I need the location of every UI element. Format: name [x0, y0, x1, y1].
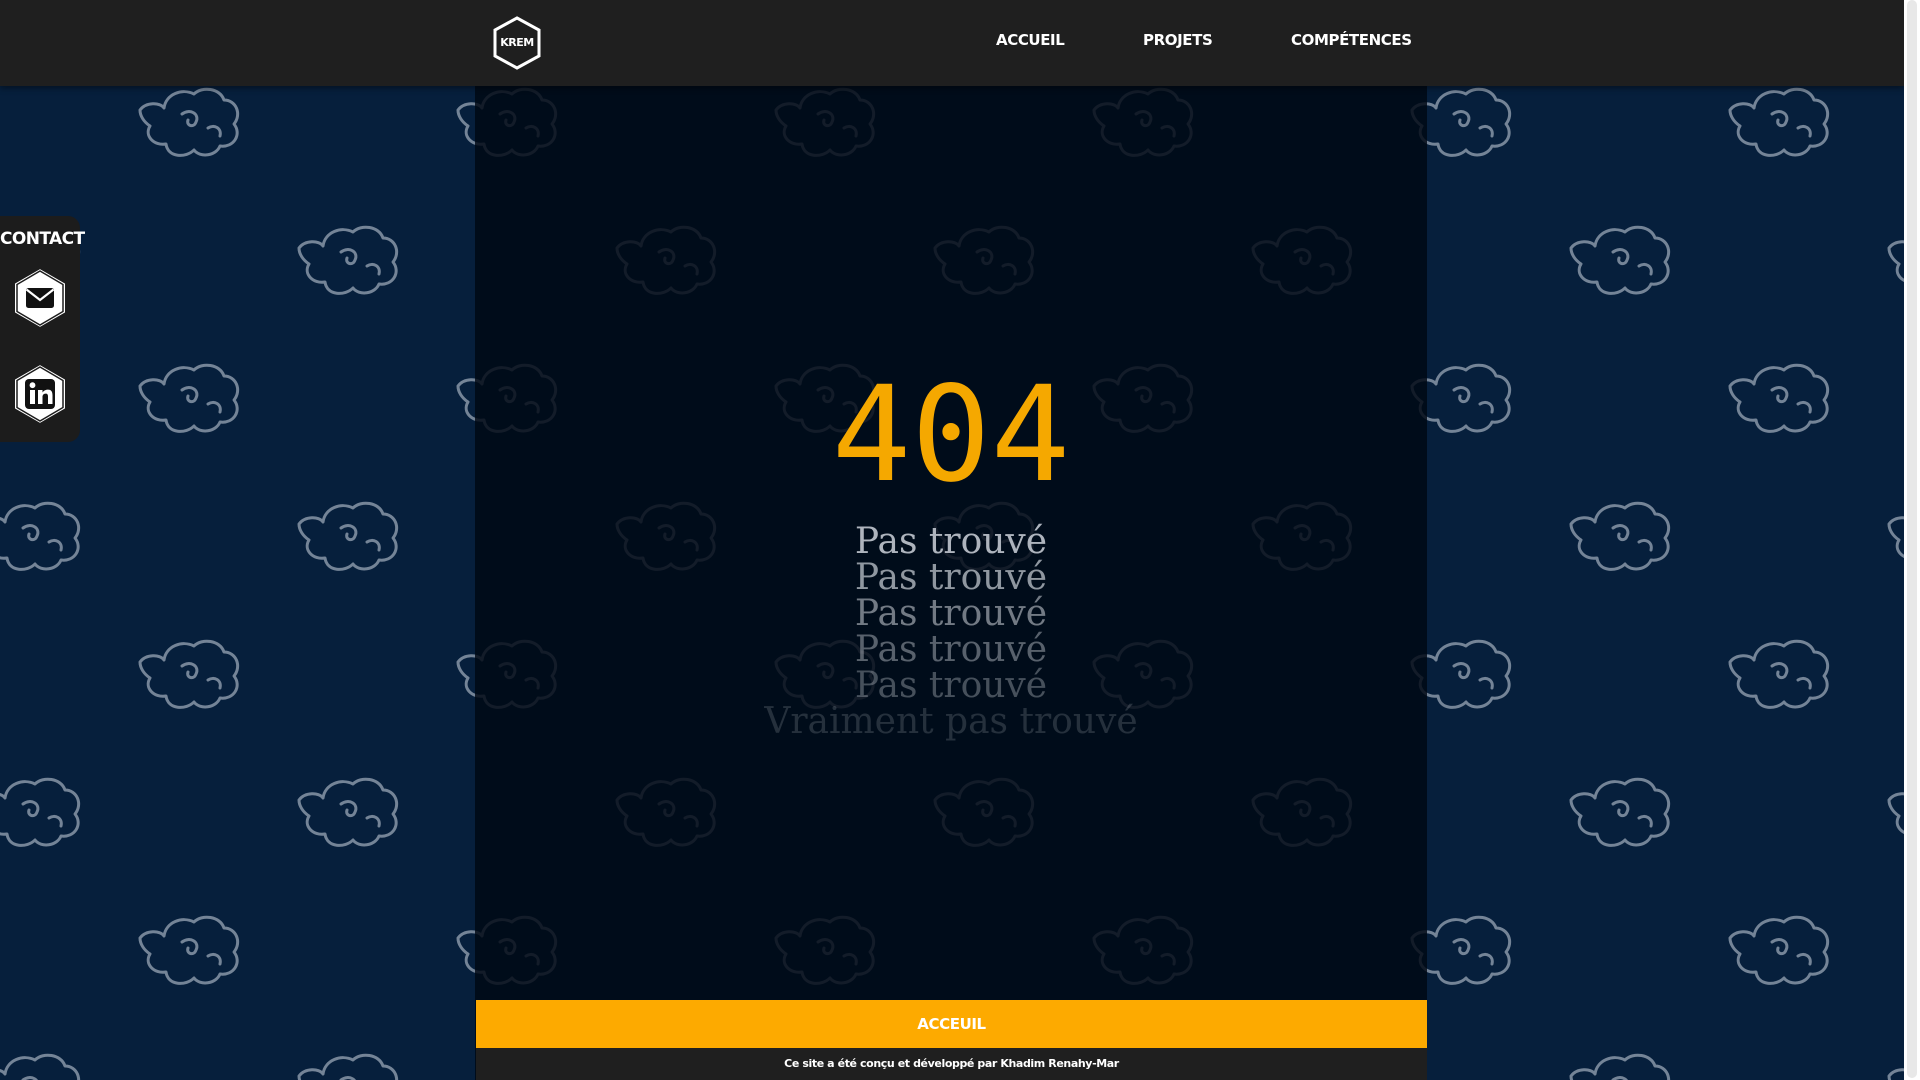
error-code: 404: [831, 358, 1071, 512]
linkedin-button[interactable]: [11, 362, 69, 426]
scrollbar-thumb[interactable]: [1907, 0, 1917, 1078]
not-found-line: Pas trouvé: [854, 557, 1048, 598]
page-scrollbar[interactable]: [1904, 0, 1920, 1080]
mail-button[interactable]: [11, 266, 69, 330]
home-button[interactable]: ACCEUIL: [476, 1000, 1427, 1048]
not-found-line: Pas trouvé: [854, 593, 1048, 634]
top-navbar: KREM ACCUEIL PROJETS COMPÉTENCES: [0, 0, 1904, 86]
logo-text: KREM: [500, 36, 534, 49]
nav-projets[interactable]: PROJETS: [1143, 31, 1213, 49]
footer-credit: Ce site a été conçu et développé par Kha…: [784, 1057, 1119, 1070]
footer: Ce site a été conçu et développé par Kha…: [476, 1048, 1427, 1080]
not-found-messages: Pas trouvé Pas trouvé Pas trouvé Pas tro…: [475, 524, 1427, 740]
nav-competences[interactable]: COMPÉTENCES: [1291, 31, 1412, 49]
mail-icon: [13, 266, 67, 330]
contact-panel: CONTACT: [0, 216, 85, 442]
not-found-line: Pas trouvé: [854, 521, 1048, 562]
not-found-line: Pas trouvé: [854, 665, 1048, 706]
really-not-found-line: Vraiment pas trouvé: [764, 701, 1138, 742]
contact-title: CONTACT: [0, 229, 85, 249]
nav-accueil[interactable]: ACCUEIL: [996, 31, 1065, 49]
not-found-line: Pas trouvé: [854, 629, 1048, 670]
linkedin-icon: [13, 362, 67, 426]
site-logo[interactable]: KREM: [492, 16, 542, 70]
